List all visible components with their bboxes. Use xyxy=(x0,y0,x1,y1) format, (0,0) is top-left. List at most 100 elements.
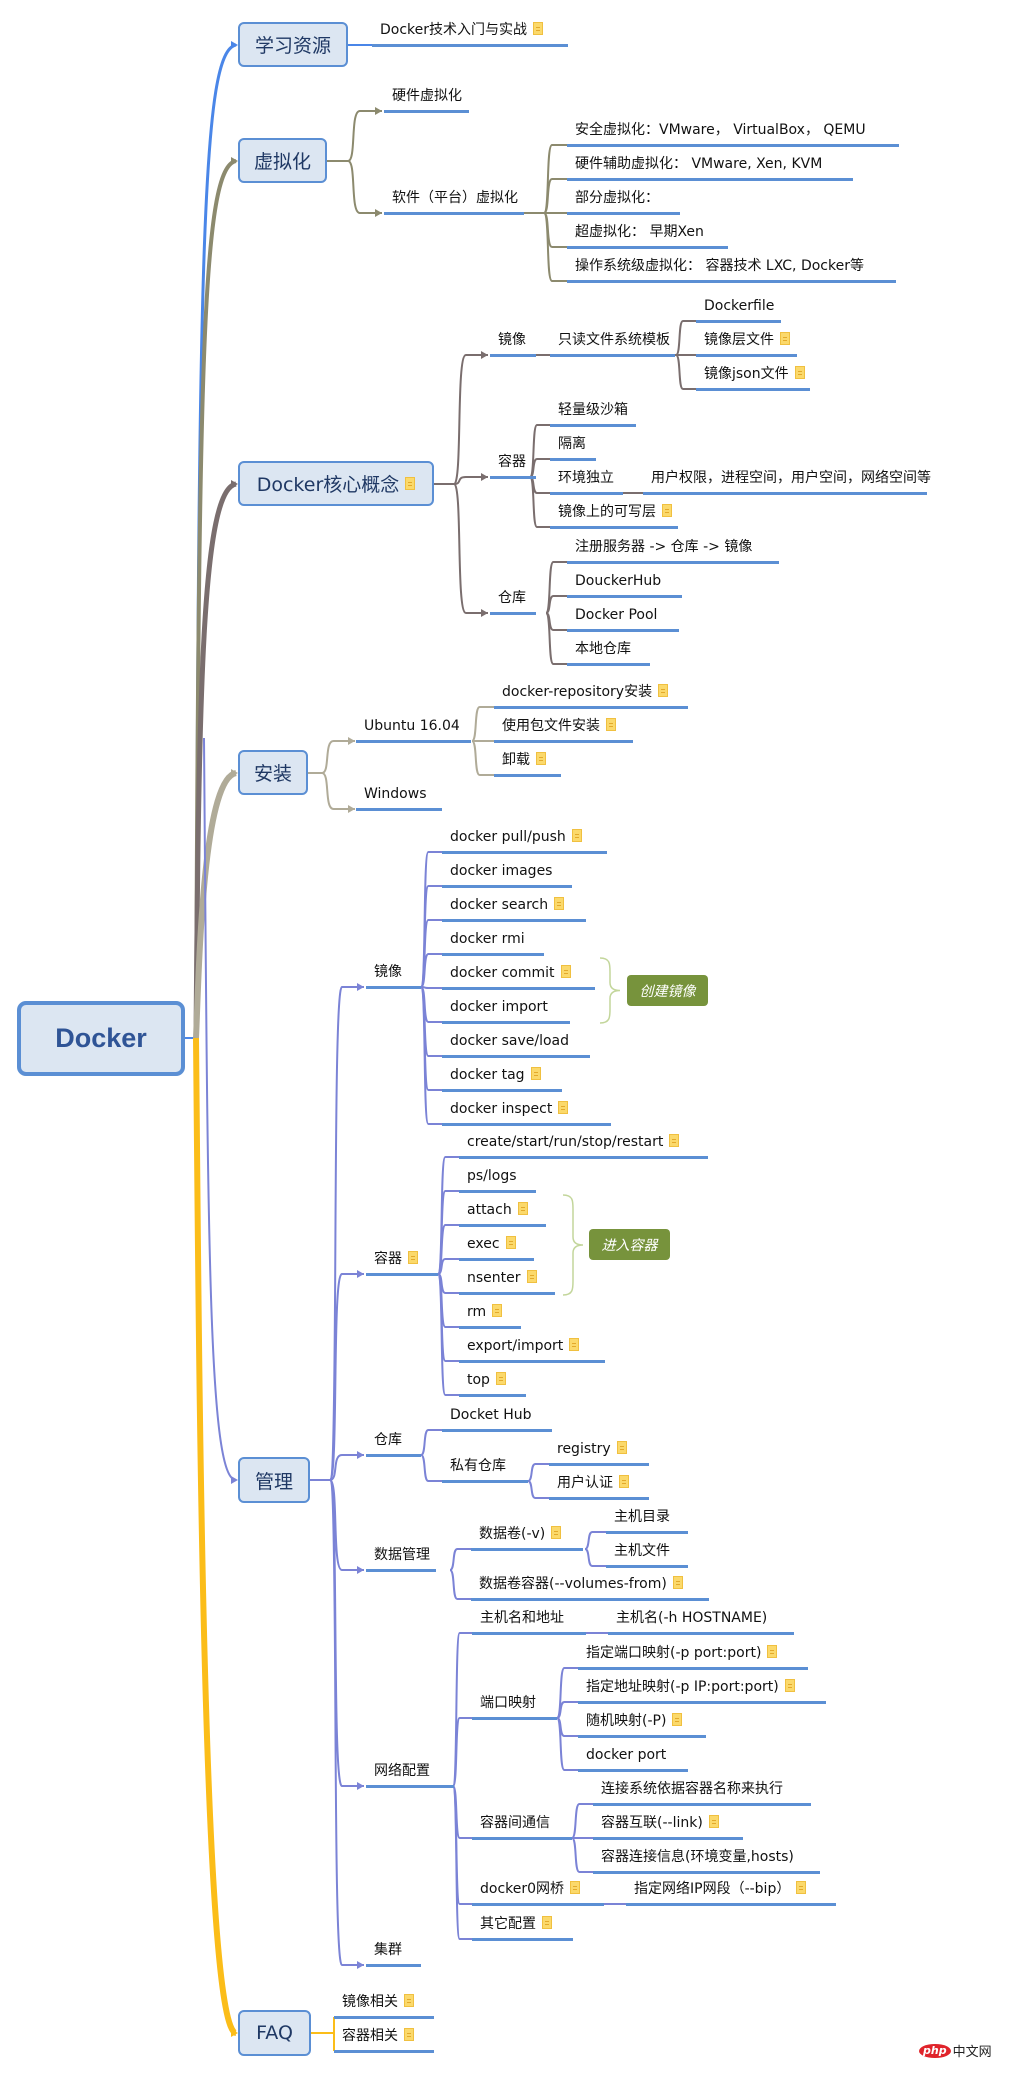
note-icon[interactable] xyxy=(619,1475,629,1488)
leaf-topic[interactable]: docker rmi xyxy=(450,930,525,948)
subtopic[interactable]: Ubuntu 16.04 xyxy=(364,717,460,735)
leaf-topic[interactable]: 主机文件 xyxy=(614,1542,670,1560)
subtopic[interactable]: 其它配置 xyxy=(480,1915,552,1933)
note-icon[interactable] xyxy=(796,1881,807,1894)
summary-tag-enter-container[interactable]: 进入容器 xyxy=(589,1229,670,1260)
leaf-topic[interactable]: Dockerfile xyxy=(704,297,774,315)
leaf-topic[interactable]: docker save/load xyxy=(450,1032,569,1050)
leaf-topic[interactable]: create/start/run/stop/restart xyxy=(467,1133,680,1151)
leaf-topic[interactable]: 主机名(-h HOSTNAME) xyxy=(616,1609,767,1627)
leaf-topic[interactable]: docker tag xyxy=(450,1066,541,1084)
note-icon[interactable] xyxy=(708,1815,719,1828)
leaf-topic[interactable]: 镜像上的可写层 xyxy=(558,503,672,521)
leaf-topic[interactable]: 用户权限，进程空间，用户空间，网络空间等 xyxy=(651,469,931,487)
topic-install[interactable]: 安装 xyxy=(238,750,308,795)
leaf-topic[interactable]: 注册服务器 -> 仓库 -> 镜像 xyxy=(575,538,752,556)
leaf-topic[interactable]: export/import xyxy=(467,1337,580,1355)
leaf-topic[interactable]: 指定地址映射(-p IP:port:port) xyxy=(586,1678,795,1696)
leaf-topic[interactable]: docker inspect xyxy=(450,1100,569,1118)
note-icon[interactable] xyxy=(780,332,790,345)
subtopic[interactable]: 数据管理 xyxy=(374,1546,430,1564)
leaf-topic[interactable]: docker commit xyxy=(450,964,571,982)
note-icon[interactable] xyxy=(784,1679,795,1692)
topic-faq[interactable]: FAQ xyxy=(238,2010,311,2056)
note-icon[interactable] xyxy=(495,1372,506,1385)
topic-virtualization[interactable]: 虚拟化 xyxy=(238,138,327,183)
leaf-topic[interactable]: 随机映射(-P) xyxy=(586,1712,683,1730)
leaf-topic[interactable]: 镜像json文件 xyxy=(704,365,805,383)
subtopic[interactable]: 集群 xyxy=(374,1941,402,1959)
subtopic[interactable]: Windows xyxy=(364,785,427,803)
leaf-topic[interactable]: docker search xyxy=(450,896,565,914)
subtopic[interactable]: 主机名和地址 xyxy=(480,1609,564,1627)
subtopic[interactable]: 硬件虚拟化 xyxy=(392,87,462,105)
leaf-topic[interactable]: 容器相关 xyxy=(342,2027,414,2045)
note-icon[interactable] xyxy=(672,1576,683,1589)
leaf-topic[interactable]: 用户认证 xyxy=(557,1474,629,1492)
leaf-topic[interactable]: 安全虚拟化：VMware， VirtualBox， QEMU xyxy=(575,121,866,139)
subtopic[interactable]: 镜像 xyxy=(498,331,526,349)
note-icon[interactable] xyxy=(606,718,616,731)
topic-manage[interactable]: 管理 xyxy=(238,1457,310,1503)
note-icon[interactable] xyxy=(408,1251,418,1264)
subtopic[interactable]: 数据卷容器(--volumes-from) xyxy=(479,1575,683,1593)
leaf-topic[interactable]: 部分虚拟化： xyxy=(575,189,659,207)
leaf-topic[interactable]: 容器互联(--link) xyxy=(601,1814,719,1832)
note-icon[interactable] xyxy=(662,504,672,517)
leaf-topic[interactable]: docker import xyxy=(450,998,548,1016)
note-icon[interactable] xyxy=(672,1713,683,1726)
note-icon[interactable] xyxy=(505,1236,516,1249)
leaf-topic[interactable]: 指定网络IP网段（--bip） xyxy=(634,1880,807,1898)
note-icon[interactable] xyxy=(569,1338,580,1351)
leaf-topic[interactable]: 使用包文件安装 xyxy=(502,717,616,735)
leaf-topic[interactable]: Docker Pool xyxy=(575,606,657,624)
subtopic[interactable]: 仓库 xyxy=(498,589,526,607)
subtopic[interactable]: 容器间通信 xyxy=(480,1814,550,1832)
note-icon[interactable] xyxy=(404,1994,414,2007)
note-icon[interactable] xyxy=(404,2028,414,2041)
leaf-topic[interactable]: 隔离 xyxy=(558,435,586,453)
note-icon[interactable] xyxy=(794,366,805,379)
subtopic[interactable]: 仓库 xyxy=(374,1431,402,1449)
note-icon[interactable] xyxy=(526,1270,537,1283)
leaf-topic[interactable]: 硬件辅助虚拟化： VMware, Xen, KVM xyxy=(575,155,822,173)
topic-docker-core-concepts[interactable]: Docker核心概念 xyxy=(238,461,434,506)
leaf-topic[interactable]: docker-repository安装 xyxy=(502,683,669,701)
note-icon[interactable] xyxy=(492,1304,503,1317)
subtopic[interactable]: 端口映射 xyxy=(480,1694,536,1712)
root-topic[interactable]: Docker xyxy=(17,1001,185,1076)
subtopic[interactable]: 镜像 xyxy=(374,963,402,981)
leaf-topic[interactable]: top xyxy=(467,1371,506,1389)
note-icon[interactable] xyxy=(533,22,544,35)
subtopic[interactable]: 数据卷(-v) xyxy=(479,1525,562,1543)
subtopic[interactable]: Docker技术入门与实战 xyxy=(380,21,544,39)
leaf-topic[interactable]: nsenter xyxy=(467,1269,537,1287)
note-icon[interactable] xyxy=(571,829,582,842)
leaf-topic[interactable]: 容器连接信息(环境变量,hosts) xyxy=(601,1848,794,1866)
leaf-topic[interactable]: 镜像层文件 xyxy=(704,331,790,349)
subtopic[interactable]: 只读文件系统模板 xyxy=(558,331,670,349)
leaf-topic[interactable]: 超虚拟化： 早期Xen xyxy=(575,223,704,241)
subtopic[interactable]: docker0网桥 xyxy=(480,1880,581,1898)
summary-tag-create-image[interactable]: 创建镜像 xyxy=(627,975,708,1006)
leaf-topic[interactable]: 镜像相关 xyxy=(342,1993,414,2011)
note-icon[interactable] xyxy=(658,684,669,697)
note-icon[interactable] xyxy=(536,752,546,765)
note-icon[interactable] xyxy=(517,1202,528,1215)
subtopic[interactable]: 容器 xyxy=(498,453,526,471)
leaf-topic[interactable]: 连接系统依据容器名称来执行 xyxy=(601,1780,783,1798)
leaf-topic[interactable]: DouckerHub xyxy=(575,572,661,590)
leaf-topic[interactable]: docker port xyxy=(586,1746,666,1764)
note-icon[interactable] xyxy=(570,1881,581,1894)
note-icon[interactable] xyxy=(405,477,416,490)
note-icon[interactable] xyxy=(669,1134,680,1147)
note-icon[interactable] xyxy=(560,965,571,978)
leaf-topic[interactable]: 本地仓库 xyxy=(575,640,631,658)
leaf-topic[interactable]: 主机目录 xyxy=(614,1508,670,1526)
leaf-topic[interactable]: docker pull/push xyxy=(450,828,582,846)
leaf-topic[interactable]: ps/logs xyxy=(467,1167,517,1185)
note-icon[interactable] xyxy=(554,897,565,910)
note-icon[interactable] xyxy=(767,1645,778,1658)
note-icon[interactable] xyxy=(551,1526,562,1539)
subtopic[interactable]: 容器 xyxy=(374,1250,418,1268)
